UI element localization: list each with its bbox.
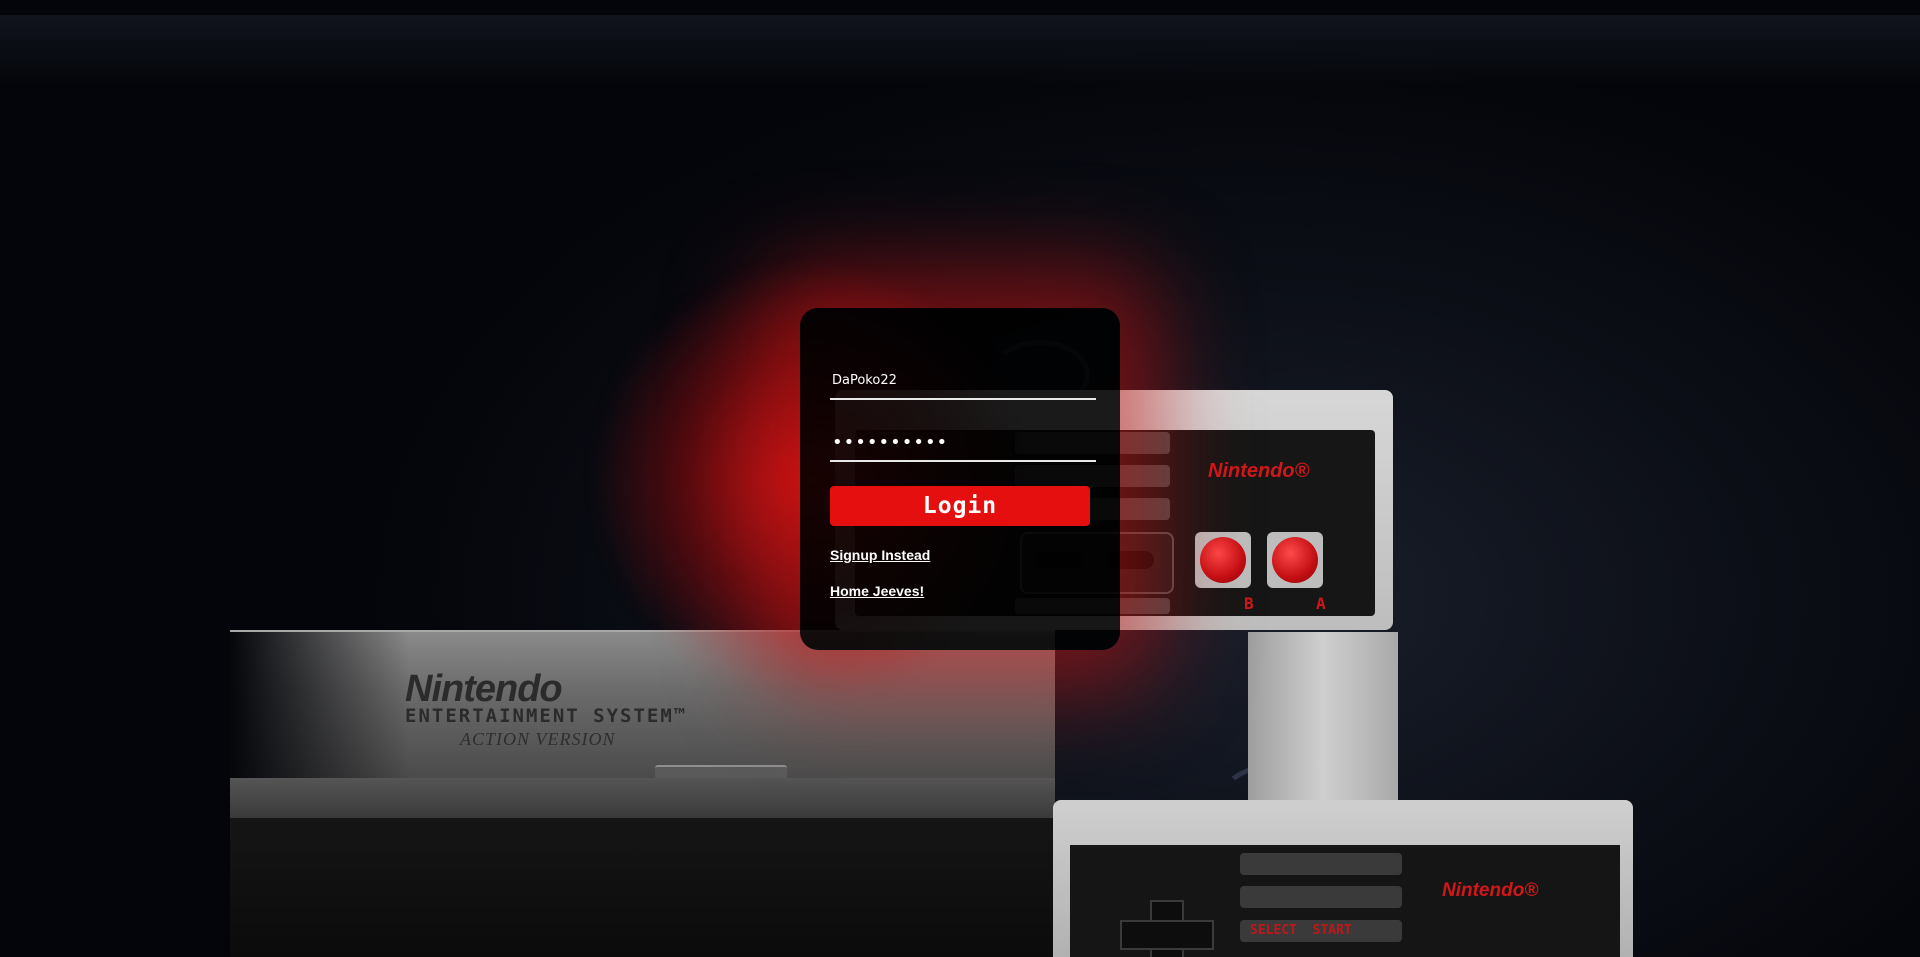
home-link[interactable]: Home Jeeves! <box>830 583 924 599</box>
controller-strip <box>1240 886 1402 908</box>
login-button[interactable]: Login <box>830 486 1090 526</box>
controller-strip <box>1240 853 1402 875</box>
controller-logo: Nintendo® <box>1208 460 1310 482</box>
username-input[interactable] <box>830 366 1096 400</box>
controller-stand <box>1248 632 1398 802</box>
a-button-label: A <box>1316 594 1326 613</box>
console-version: ACTION VERSION <box>460 729 616 749</box>
nes-console-base <box>230 818 1055 957</box>
b-button <box>1195 532 1251 588</box>
a-button <box>1267 532 1323 588</box>
password-input[interactable] <box>830 428 1096 462</box>
b-button-label: B <box>1244 594 1254 613</box>
select-start-strip: SELECT START <box>1240 920 1402 942</box>
signup-link[interactable]: Signup Instead <box>830 547 930 563</box>
nes-console-lower <box>230 778 1055 818</box>
select-start-label: SELECT START <box>1250 923 1352 938</box>
dpad-icon <box>1120 900 1214 957</box>
console-slot <box>655 765 787 779</box>
background-light-band <box>0 15 1920 85</box>
background-photo: Nintendo ENTERTAINMENT SYSTEM™ ACTION VE… <box>0 0 1920 957</box>
controller-2-logo: Nintendo® <box>1442 880 1539 901</box>
login-card: Login Signup Instead Home Jeeves! <box>800 308 1120 650</box>
